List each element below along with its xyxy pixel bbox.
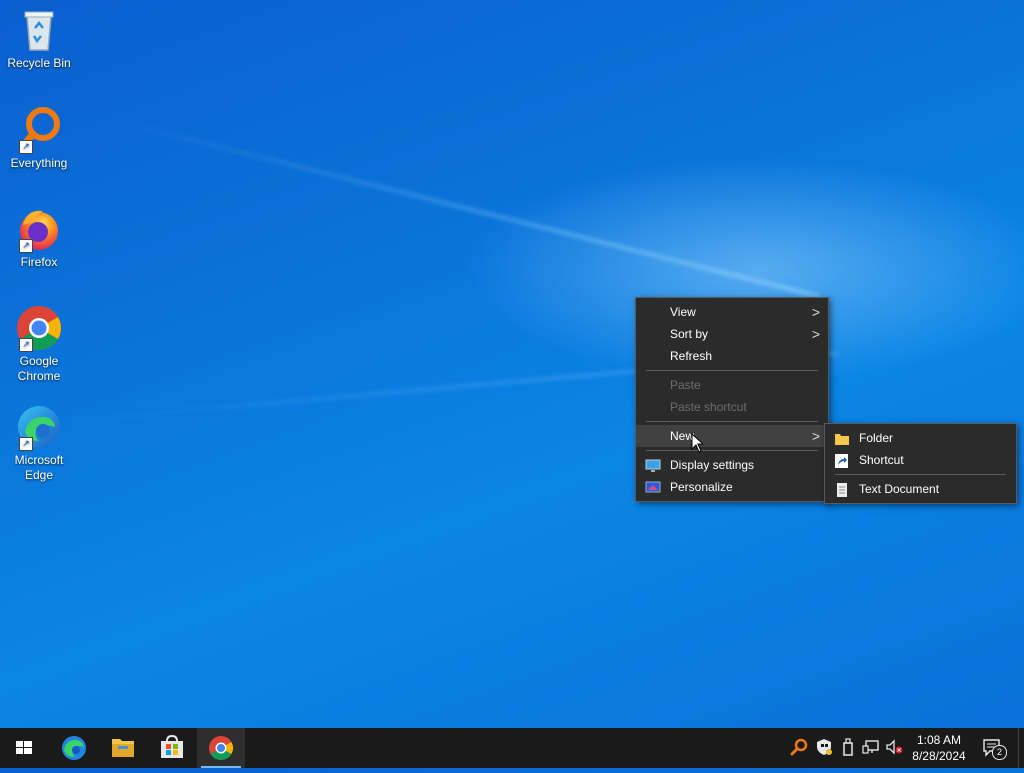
- firefox-icon: ↗: [15, 205, 63, 253]
- usb-device-icon: [843, 738, 853, 756]
- menu-item-label: View: [670, 305, 696, 319]
- chevron-right-icon: >: [811, 326, 820, 342]
- taskbar-file-explorer-button[interactable]: [99, 728, 147, 768]
- show-desktop-button[interactable]: [1018, 728, 1024, 768]
- submenu-item-folder[interactable]: Folder: [825, 427, 1016, 449]
- menu-item-paste-shortcut[interactable]: Paste shortcut: [636, 396, 828, 418]
- everything-search-icon: [790, 738, 808, 756]
- submenu-item-shortcut[interactable]: Shortcut: [825, 449, 1016, 471]
- menu-item-paste[interactable]: Paste: [636, 374, 828, 396]
- menu-item-refresh[interactable]: Refresh: [636, 345, 828, 367]
- action-center-button[interactable]: 2: [982, 737, 1007, 760]
- shortcut-arrow-icon: ↗: [19, 338, 33, 352]
- shortcut-arrow-icon: ↗: [19, 437, 33, 451]
- chrome-icon: [209, 736, 234, 761]
- menu-item-label: Display settings: [670, 458, 755, 472]
- file-explorer-icon: [112, 739, 134, 757]
- menu-separator: [646, 450, 818, 451]
- menu-item-label: Refresh: [670, 349, 713, 363]
- menu-item-view[interactable]: View >: [636, 301, 828, 323]
- shortcut-arrow-icon: ↗: [19, 239, 33, 253]
- start-button[interactable]: [0, 728, 48, 768]
- clock-time: 1:08 AM: [916, 733, 962, 747]
- desktop-icon-label: Everything: [10, 156, 68, 170]
- volume-muted-icon: [886, 739, 903, 755]
- desktop-icon-label-line1: Microsoft: [14, 453, 64, 467]
- edge-icon: ↗: [15, 403, 63, 451]
- recycle-bin-icon: [15, 6, 63, 54]
- menu-item-label: Paste: [670, 378, 701, 392]
- chrome-icon: ↗: [15, 304, 63, 352]
- submenu-item-label: Folder: [859, 431, 894, 445]
- menu-separator: [646, 421, 818, 422]
- network-icon: [862, 740, 879, 754]
- menu-item-label: Personalize: [670, 480, 733, 494]
- desktop-icon-label: Firefox: [20, 255, 58, 269]
- tray-everything-button[interactable]: [790, 738, 808, 756]
- new-submenu: Folder Shortcut Text Document: [824, 423, 1017, 504]
- menu-separator: [835, 474, 1006, 475]
- menu-item-sort-by[interactable]: Sort by >: [636, 323, 828, 345]
- menu-item-display-settings[interactable]: Display settings: [636, 454, 828, 476]
- windows-start-icon: [16, 741, 32, 754]
- display-settings-icon: [645, 458, 661, 472]
- tray-network-button[interactable]: [862, 738, 880, 756]
- menu-item-personalize[interactable]: Personalize: [636, 476, 828, 498]
- tray-usb-button[interactable]: [839, 738, 857, 756]
- menu-item-label: Paste shortcut: [670, 400, 747, 414]
- desktop-icon-google-chrome[interactable]: ↗ Google Chrome: [4, 304, 74, 384]
- everything-search-icon: ↗: [15, 106, 63, 154]
- folder-icon: [834, 431, 850, 445]
- tray-security-button[interactable]: [815, 738, 833, 756]
- microsoft-store-icon: [161, 734, 183, 758]
- personalize-icon: [645, 480, 661, 494]
- chevron-right-icon: >: [811, 428, 820, 444]
- notification-count-badge: 2: [992, 745, 1007, 760]
- desktop-icon-firefox[interactable]: ↗ Firefox: [4, 205, 74, 270]
- shortcut-icon: [834, 453, 850, 468]
- menu-separator: [646, 370, 818, 371]
- clock-date: 8/28/2024: [912, 749, 966, 763]
- menu-item-new[interactable]: New >: [636, 425, 828, 447]
- submenu-item-text-document[interactable]: Text Document: [825, 478, 1016, 500]
- taskbar-clock[interactable]: 1:08 AM 8/28/2024: [902, 732, 976, 764]
- mouse-cursor-icon: [691, 432, 705, 458]
- chevron-right-icon: >: [811, 304, 820, 320]
- desktop-context-menu: View > Sort by > Refresh Paste Paste sho…: [635, 297, 829, 502]
- edge-icon: [62, 736, 86, 760]
- taskbar-chrome-button[interactable]: [197, 728, 245, 768]
- windows-security-icon: [817, 739, 832, 755]
- desktop-icon-everything[interactable]: ↗ Everything: [4, 106, 74, 171]
- wallpaper-light-beam: [119, 120, 820, 299]
- desktop-icon-microsoft-edge[interactable]: ↗ Microsoft Edge: [4, 403, 74, 483]
- submenu-item-label: Text Document: [859, 482, 940, 496]
- taskbar-edge-button[interactable]: [50, 728, 98, 768]
- submenu-item-label: Shortcut: [859, 453, 904, 467]
- desktop-icon-label: Recycle Bin: [7, 56, 71, 70]
- desktop-icon-label-line2: Edge: [24, 468, 54, 482]
- desktop-icon-label-line1: Google: [19, 354, 59, 368]
- menu-item-label: Sort by: [670, 327, 709, 341]
- shortcut-arrow-icon: ↗: [19, 140, 33, 154]
- desktop-icon-recycle-bin[interactable]: Recycle Bin: [4, 6, 74, 71]
- text-document-icon: [834, 482, 850, 497]
- taskbar: 1:08 AM 8/28/2024 2: [0, 728, 1024, 768]
- taskbar-store-button[interactable]: [148, 728, 196, 768]
- tray-volume-button[interactable]: [885, 738, 903, 756]
- desktop-icon-label-line2: Chrome: [17, 369, 61, 383]
